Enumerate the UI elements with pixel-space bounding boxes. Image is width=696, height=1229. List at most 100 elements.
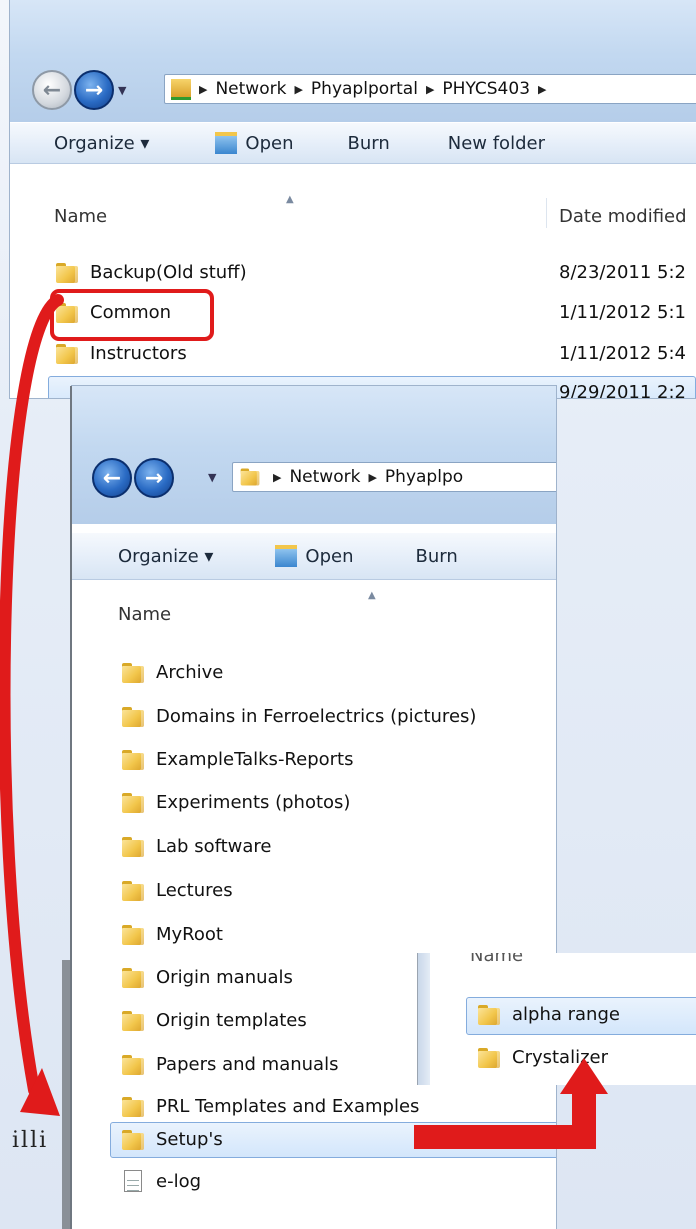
recent-pages-dropdown-icon[interactable]: ▼: [208, 471, 216, 484]
list-item[interactable]: MyRoot: [122, 924, 223, 945]
file-name: Origin templates: [156, 1010, 307, 1031]
folder-icon: [478, 1047, 500, 1068]
file-name: Lab software: [156, 836, 272, 857]
file-name: Papers and manuals: [156, 1054, 339, 1075]
file-name: alpha range: [512, 1004, 620, 1025]
breadcrumb-separator-icon: ▶: [425, 82, 435, 96]
folder-icon: [122, 836, 144, 857]
forward-button[interactable]: →: [134, 458, 174, 498]
list-item[interactable]: Archive: [122, 662, 223, 683]
breadcrumb-network[interactable]: Network: [289, 467, 360, 487]
breadcrumb-phyaplportal[interactable]: Phyaplportal: [311, 79, 418, 99]
list-item[interactable]: e-log: [124, 1170, 201, 1192]
breadcrumb-phycs403[interactable]: PHYCS403: [442, 79, 530, 99]
breadcrumb-network[interactable]: Network: [215, 79, 286, 99]
column-header-date-modified[interactable]: Date modified: [559, 206, 687, 227]
curved-arrow-line: [0, 294, 64, 1096]
command-bar: Organize ▾ Open Burn: [72, 532, 556, 580]
folder-icon: [122, 967, 144, 988]
column-divider: [546, 198, 547, 228]
open-button[interactable]: Open: [305, 546, 353, 567]
organize-menu[interactable]: Organize ▾: [118, 546, 213, 567]
sort-arrow-icon: ▲: [368, 590, 376, 601]
list-item-selected[interactable]: Setup's: [122, 1129, 223, 1150]
file-name: Lectures: [156, 880, 233, 901]
explorer-window-setups: Name alpha range Crystalizer: [418, 953, 696, 1085]
list-item-date: 8/23/2011 5:2: [559, 262, 686, 283]
explorer-window-common: ← → ▼ ▶ Network ▶ Phyaplpo Organize ▾ Op…: [72, 386, 556, 1229]
breadcrumb-separator-icon: ▶: [294, 82, 303, 96]
address-bar[interactable]: ▶ Network ▶ Phyaplpo: [232, 462, 556, 492]
list-item[interactable]: alpha range: [478, 1004, 620, 1025]
list-item[interactable]: Domains in Ferroelectrics (pictures): [122, 706, 476, 727]
open-folder-icon: [275, 545, 298, 567]
list-item[interactable]: Lectures: [122, 880, 233, 901]
curved-arrow-head-icon: [20, 1068, 60, 1116]
list-item[interactable]: Lab software: [122, 836, 272, 857]
sort-arrow-icon: ▲: [286, 194, 294, 205]
column-header-name[interactable]: Name: [54, 206, 107, 227]
address-bar[interactable]: ▶ Network ▶ Phyaplportal ▶ PHYCS403 ▶: [164, 74, 696, 104]
command-bar: Organize ▾ Open Burn New folder: [10, 122, 696, 164]
column-header-name[interactable]: Name: [118, 604, 171, 625]
column-header-text: Name: [470, 953, 524, 966]
new-folder-button[interactable]: New folder: [448, 133, 545, 154]
folder-icon: [122, 924, 144, 945]
breadcrumb-separator-icon: ▶: [538, 82, 547, 96]
column-header-name-partial[interactable]: Name: [470, 953, 523, 966]
list-item[interactable]: Instructors: [56, 343, 187, 364]
list-item[interactable]: Experiments (photos): [122, 792, 350, 813]
file-name: Setup's: [156, 1129, 223, 1150]
back-button[interactable]: ←: [92, 458, 132, 498]
breadcrumb-separator-icon: ▶: [199, 82, 208, 96]
folder-icon: [122, 1096, 144, 1117]
organize-menu[interactable]: Organize ▾: [54, 133, 149, 154]
background-window-edge: [62, 960, 72, 1229]
breadcrumb-separator-icon: ▶: [273, 470, 282, 484]
list-item[interactable]: Origin manuals: [122, 967, 293, 988]
list-item[interactable]: ExampleTalks-Reports: [122, 749, 353, 770]
burn-button[interactable]: Burn: [347, 133, 389, 154]
date-modified-value: 9/29/2011 2:2: [559, 382, 686, 398]
open-folder-icon: [215, 132, 238, 154]
file-name: Backup(Old stuff): [90, 262, 247, 283]
list-item[interactable]: Backup(Old stuff): [56, 262, 247, 283]
folder-icon: [122, 1054, 144, 1075]
back-button[interactable]: ←: [32, 70, 72, 110]
date-modified-value: 1/11/2012 5:4: [559, 343, 686, 364]
list-item[interactable]: PRL Templates and Examples: [122, 1096, 419, 1117]
file-name: Archive: [156, 662, 224, 683]
list-item[interactable]: Papers and manuals: [122, 1054, 338, 1075]
network-location-icon: [171, 78, 191, 100]
file-name: Domains in Ferroelectrics (pictures): [156, 706, 477, 727]
file-name: Experiments (photos): [156, 792, 351, 813]
file-name: MyRoot: [156, 924, 223, 945]
date-modified-value: 8/23/2011 5:2: [559, 262, 686, 283]
text-document-icon: [124, 1170, 142, 1192]
folder-icon: [122, 662, 144, 683]
forward-button[interactable]: →: [74, 70, 114, 110]
breadcrumb-phyaplportal[interactable]: Phyaplpo: [385, 467, 463, 487]
list-item-date: 1/11/2012 5:4: [559, 343, 686, 364]
recent-pages-dropdown-icon[interactable]: ▼: [118, 84, 126, 97]
date-modified-value: 1/11/2012 5:1: [559, 302, 686, 323]
burn-button[interactable]: Burn: [415, 546, 457, 567]
list-item[interactable]: Crystalizer: [478, 1047, 608, 1068]
folder-icon: [122, 1010, 144, 1031]
folder-icon: [478, 1004, 500, 1025]
file-name: e-log: [156, 1170, 202, 1192]
open-button[interactable]: Open: [245, 133, 293, 154]
file-name: Origin manuals: [156, 967, 293, 988]
list-item-date: 1/11/2012 5:1: [559, 302, 686, 323]
folder-icon: [122, 749, 144, 770]
list-item[interactable]: Origin templates: [122, 1010, 307, 1031]
highlight-box-common: [50, 289, 214, 341]
folder-icon: [122, 1129, 144, 1150]
folder-icon: [122, 880, 144, 901]
folder-icon: [56, 343, 78, 364]
file-name: Crystalizer: [512, 1047, 609, 1068]
background-text: illi: [12, 1128, 49, 1153]
window-chrome: [72, 386, 556, 524]
window-frame-left: [418, 953, 430, 1085]
file-name: ExampleTalks-Reports: [156, 749, 354, 770]
